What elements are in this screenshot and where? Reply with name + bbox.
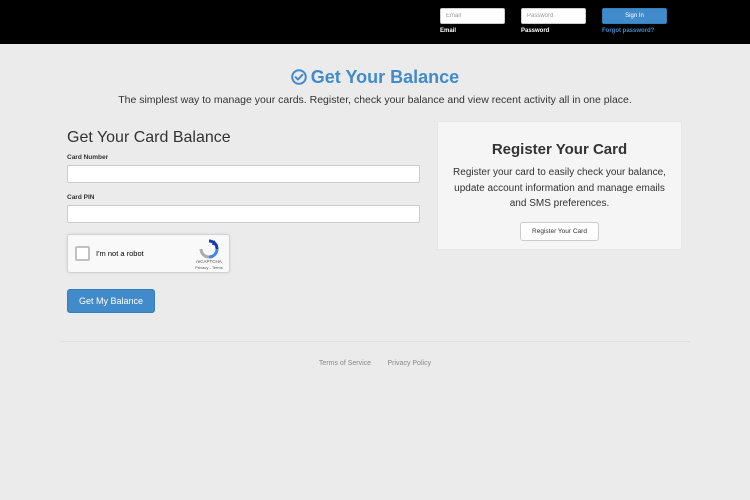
- recaptcha-logo-icon: [199, 239, 219, 259]
- check-circle-icon: [290, 69, 307, 85]
- page-subtitle: The simplest way to manage your cards. R…: [118, 94, 632, 106]
- top-navbar: Email Password Sign In Forgot password?: [0, 0, 750, 44]
- card-pin-input[interactable]: [67, 205, 420, 223]
- forgot-password-link[interactable]: Forgot password?: [602, 28, 672, 34]
- password-input[interactable]: [521, 8, 586, 24]
- captcha-checkbox[interactable]: [75, 246, 90, 261]
- register-card-button[interactable]: Register Your Card: [520, 221, 599, 241]
- password-label: Password: [521, 28, 550, 34]
- password-group: Password: [521, 8, 586, 34]
- get-balance-button[interactable]: Get My Balance: [67, 289, 155, 313]
- sign-in-button[interactable]: Sign In: [602, 8, 667, 24]
- form-heading: Get Your Card Balance: [67, 129, 231, 146]
- card-number-label: Card Number: [67, 154, 109, 161]
- page-title: Get Your Balance: [0, 66, 750, 88]
- email-group: Email: [440, 8, 505, 34]
- terms-of-service-link[interactable]: Terms of Service: [319, 360, 371, 367]
- captcha-brand: reCAPTCHA: [196, 259, 222, 264]
- captcha-terms[interactable]: Privacy - Terms: [190, 265, 228, 270]
- page-title-text: Get Your Balance: [310, 67, 460, 87]
- recaptcha-widget: I'm not a robot reCAPTCHA Privacy - Term…: [67, 234, 230, 273]
- register-title: Register Your Card: [491, 141, 628, 158]
- register-card-panel: Register Your Card Register your card to…: [437, 121, 682, 250]
- register-description: Register your card to easily check your …: [453, 167, 666, 209]
- captcha-label: I'm not a robot: [96, 249, 144, 258]
- card-pin-label: Card PIN: [67, 194, 95, 201]
- email-input[interactable]: [440, 8, 505, 24]
- footer-divider: [60, 341, 690, 342]
- card-number-input[interactable]: [67, 165, 420, 183]
- privacy-policy-link[interactable]: Privacy Policy: [388, 360, 432, 367]
- footer: Terms of Service Privacy Policy: [0, 352, 750, 370]
- email-label: Email: [440, 28, 457, 34]
- signin-group: Sign In Forgot password?: [602, 8, 672, 34]
- balance-form: Get Your Card Balance Card Number Card P…: [67, 128, 420, 223]
